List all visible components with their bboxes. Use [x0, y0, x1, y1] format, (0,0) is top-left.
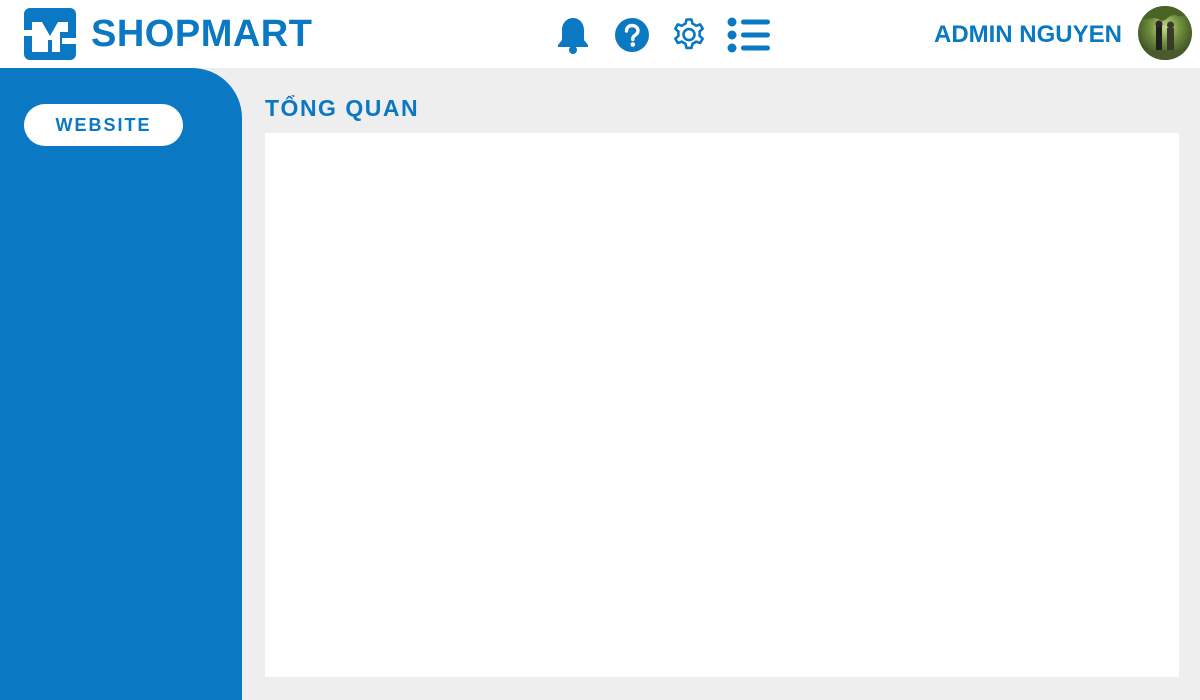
toolbar [550, 12, 790, 58]
page-title: TỔNG QUAN [265, 95, 420, 121]
content-panel [265, 133, 1179, 677]
list-icon[interactable] [726, 12, 772, 58]
sidebar: WEBSITE [0, 68, 242, 700]
sidebar-item-label: WEBSITE [55, 114, 152, 135]
gear-icon[interactable] [666, 12, 712, 58]
top-bar: SHOPMART ADMIN NGUYEN [0, 0, 1200, 68]
help-icon[interactable] [609, 12, 655, 58]
avatar[interactable] [1138, 6, 1192, 60]
sidebar-item-website[interactable]: WEBSITE [24, 104, 183, 146]
bell-icon[interactable] [550, 12, 596, 58]
shopmart-logo-icon[interactable] [24, 8, 76, 60]
brand-name[interactable]: SHOPMART [91, 12, 312, 56]
user-name[interactable]: ADMIN NGUYEN [934, 20, 1122, 50]
